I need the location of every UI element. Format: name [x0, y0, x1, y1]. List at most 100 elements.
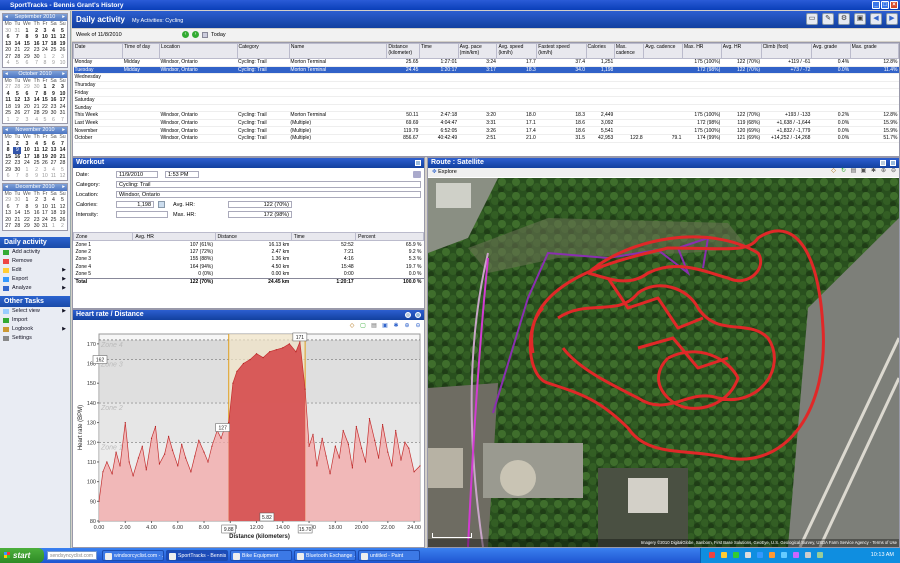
calendar-day[interactable]: 7 — [32, 60, 41, 67]
calendar-day[interactable]: 31 — [41, 223, 49, 230]
prev-month-icon[interactable]: ◂ — [5, 184, 8, 191]
calendar-day[interactable]: 7 — [58, 117, 67, 124]
calendar-day[interactable]: 17 — [41, 41, 49, 48]
zone-row[interactable]: Zone 1 107 (61%) 16.13 km 52:52 65.9 % — [74, 241, 424, 249]
calendar-day[interactable]: 29 — [41, 110, 49, 117]
calendar-day[interactable]: 1 — [49, 223, 58, 230]
task-item[interactable]: Analyze ▶ — [0, 284, 70, 293]
calendar-day[interactable]: 27 — [3, 223, 13, 230]
taskbar-button[interactable]: SportTracks - Bennis ... — [166, 550, 228, 561]
category-select[interactable]: Cycling: Trail — [116, 181, 421, 188]
table-row[interactable]: Friday — [73, 88, 899, 97]
taskbar-button[interactable]: untitled - Paint — [358, 550, 420, 561]
calendar-day[interactable]: 7 — [13, 173, 21, 180]
column-header[interactable]: Max. grade — [849, 43, 900, 59]
calculator-icon[interactable] — [158, 201, 165, 208]
tray-icon-3[interactable] — [733, 552, 739, 558]
chart-table-icon[interactable]: ▤ — [370, 322, 378, 330]
task-item[interactable]: Import — [0, 316, 70, 325]
time-field[interactable]: 1:53 PM — [165, 171, 199, 178]
calendar-day[interactable]: 9 — [32, 173, 41, 180]
chart-green-icon[interactable]: ▢ — [359, 322, 367, 330]
chart-options-icon[interactable]: ✱ — [392, 322, 400, 330]
satellite-map[interactable]: Imagery ©2010 DigitalGlobe, Sanborn, Fir… — [428, 178, 899, 547]
task-item[interactable]: Add activity — [0, 248, 70, 257]
task-item[interactable]: Edit ▶ — [0, 266, 70, 275]
task-item[interactable]: Select view ▶ — [0, 307, 70, 316]
view-icon[interactable]: ▭ — [806, 13, 818, 25]
route-table-icon[interactable]: ▤ — [850, 168, 857, 175]
prev-month-icon[interactable]: ◂ — [5, 71, 8, 78]
column-header[interactable]: Avg. HR — [720, 43, 762, 59]
tray-icon-4[interactable] — [745, 552, 751, 558]
next-month-icon[interactable]: ▸ — [62, 184, 65, 191]
next-month-icon[interactable]: ▸ — [62, 127, 65, 134]
workout-menu-icon[interactable] — [413, 171, 421, 178]
column-header[interactable]: Avg. speed (km/h) — [496, 43, 538, 59]
calendar-day[interactable]: 6 — [3, 173, 13, 180]
calendar-day[interactable]: 17 — [41, 210, 49, 217]
calendar-day[interactable]: 4 — [32, 117, 41, 124]
zone-row[interactable]: Zone 5 0 (0%) 0.00 km 0:00 0.0 % — [74, 271, 424, 279]
zone-column-header[interactable]: Percent — [355, 232, 424, 241]
tray-icon-6[interactable] — [769, 552, 775, 558]
forward-arrow-icon[interactable]: ▶ — [886, 13, 898, 25]
table-row[interactable]: Monday Midday Windsor, Ontario Cycling: Tra… — [73, 58, 899, 67]
calendar-day[interactable]: 6 — [21, 60, 32, 67]
column-header[interactable]: Max. cadence — [613, 43, 645, 59]
calendar-day[interactable]: 30 — [32, 223, 41, 230]
zone-column-header[interactable]: Time — [290, 232, 357, 241]
zone-row[interactable]: Total 122 (70%) 24.45 km 1:20:17 100.0 % — [73, 277, 424, 286]
route-refresh-icon[interactable]: ↻ — [840, 168, 847, 175]
calendar-day[interactable]: 1 — [3, 117, 13, 124]
column-header[interactable]: Distance (kilometer) — [386, 43, 420, 59]
calendar-day[interactable]: 10 — [41, 204, 49, 211]
calendar-day[interactable]: 10 — [41, 173, 49, 180]
taskbar-button[interactable]: Bike Equipment — [230, 550, 292, 561]
calendar-day[interactable]: 12 — [58, 173, 67, 180]
route-zoom-in-icon[interactable]: ⊕ — [880, 168, 887, 175]
intensity-select[interactable] — [116, 211, 168, 218]
calendar-day[interactable]: 24 — [41, 217, 49, 224]
calendar-day[interactable]: 4 — [3, 60, 13, 67]
tray-icon-1[interactable] — [709, 552, 715, 558]
collapse-icon[interactable] — [415, 160, 421, 166]
hr-refresh-icon[interactable] — [415, 312, 421, 318]
table-row[interactable]: This Week Windsor, Ontario Cycling: Trail M… — [73, 111, 899, 120]
column-header[interactable]: Avg. grade — [810, 43, 851, 59]
zone-column-header[interactable]: Distance — [214, 232, 292, 241]
max-hr-field[interactable]: 172 (98%) — [228, 211, 292, 218]
calendar-day[interactable]: 24 — [41, 47, 49, 54]
zone-column-header[interactable]: Avg. HR — [132, 232, 216, 241]
calendar-day[interactable]: 28 — [13, 223, 21, 230]
taskbar-search[interactable]: sendsyncyclist.com — [47, 551, 97, 560]
column-header[interactable]: Fastest speed (km/h) — [536, 43, 587, 59]
prev-week-icon[interactable]: ‹ — [182, 31, 189, 38]
table-row[interactable]: Sunday — [73, 104, 899, 113]
route-collapse-icon[interactable] — [880, 160, 886, 166]
tray-icon-2[interactable] — [721, 552, 727, 558]
hr-collapse-icon[interactable] — [405, 312, 411, 318]
back-arrow-icon[interactable]: ◀ — [870, 13, 882, 25]
column-header[interactable]: Name — [288, 43, 388, 59]
table-row[interactable]: October Windsor, Ontario Cycling: Trail (Mu… — [73, 134, 899, 143]
zone-row[interactable]: Zone 4 164 (94%) 4.50 km 15:48 19.7 % — [74, 263, 424, 271]
task-item[interactable]: Settings — [0, 334, 70, 343]
task-item[interactable]: Export ▶ — [0, 275, 70, 284]
column-header[interactable]: Calories — [585, 43, 615, 59]
zone-row[interactable]: Zone 3 155 (88%) 1.36 km 4:16 5.3 % — [74, 256, 424, 264]
task-item[interactable]: Remove — [0, 257, 70, 266]
calendar-day[interactable]: 2 — [58, 223, 67, 230]
zone-row[interactable]: Zone 2 127 (72%) 2.47 km 7:21 9.2 % — [74, 248, 424, 256]
column-header[interactable]: Avg. cadence — [643, 43, 683, 59]
tools-icon[interactable]: ✎ — [822, 13, 834, 25]
zoom-out-icon[interactable]: ⊖ — [414, 322, 422, 330]
calendar-day[interactable]: 10 — [58, 60, 67, 67]
calendar-icon[interactable] — [202, 31, 208, 38]
close-button[interactable]: × — [890, 1, 898, 9]
route-close-icon[interactable] — [890, 160, 896, 166]
calendar-day[interactable]: 22 — [41, 104, 49, 111]
column-header[interactable]: Time — [418, 43, 459, 59]
route-zoom-out-icon[interactable]: ⊖ — [890, 168, 897, 175]
calendar-day[interactable]: 26 — [41, 160, 49, 167]
